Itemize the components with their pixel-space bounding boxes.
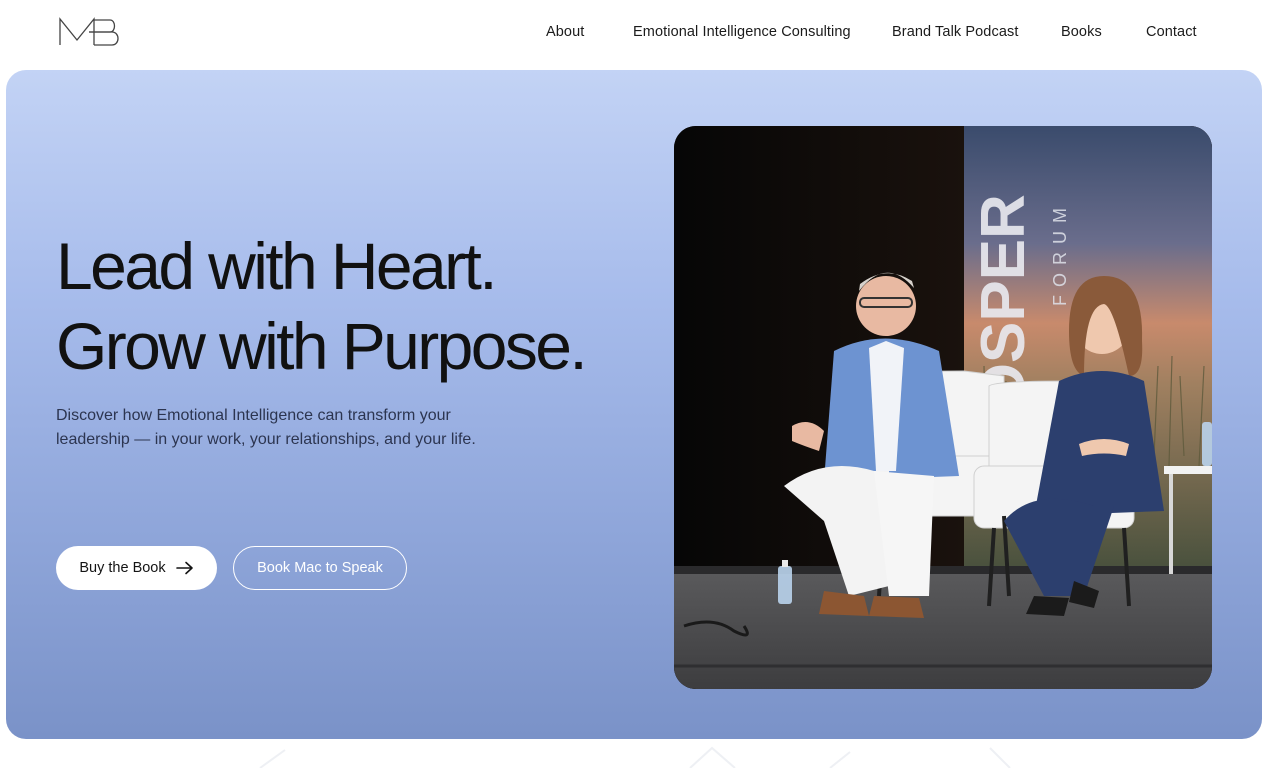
headline-line-1: Lead with Heart. xyxy=(56,229,498,303)
headline-line-2: Grow with Purpose. xyxy=(56,309,588,383)
buy-the-book-label: Buy the Book xyxy=(79,560,166,576)
hero-photo: ROSPER FORUM xyxy=(674,126,1212,689)
stage-photo-illustration: ROSPER FORUM xyxy=(674,126,1212,689)
book-mac-to-speak-label: Book Mac to Speak xyxy=(257,560,383,576)
main-nav: About Emotional Intelligence Consulting … xyxy=(0,22,1270,44)
bottom-decoration xyxy=(259,746,1011,768)
buy-the-book-button[interactable]: Buy the Book xyxy=(56,546,217,590)
site-header: About Emotional Intelligence Consulting … xyxy=(0,0,1270,66)
banner-subtext: FORUM xyxy=(1050,200,1070,306)
arrow-right-icon xyxy=(175,561,193,575)
hero-section: Lead with Heart. Grow with Purpose. Disc… xyxy=(6,70,1262,739)
hero-subtext: Discover how Emotional Intelligence can … xyxy=(56,407,476,448)
nav-books[interactable]: Books xyxy=(1061,22,1102,42)
nav-emotional-intelligence-consulting[interactable]: Emotional Intelligence Consulting xyxy=(633,22,851,42)
hero-headline: Lead with Heart. Grow with Purpose. xyxy=(56,226,588,386)
nav-about[interactable]: About xyxy=(546,22,584,42)
book-mac-to-speak-button[interactable]: Book Mac to Speak xyxy=(233,546,407,590)
nav-contact[interactable]: Contact xyxy=(1146,22,1197,42)
nav-brand-talk-podcast[interactable]: Brand Talk Podcast xyxy=(892,22,1018,42)
